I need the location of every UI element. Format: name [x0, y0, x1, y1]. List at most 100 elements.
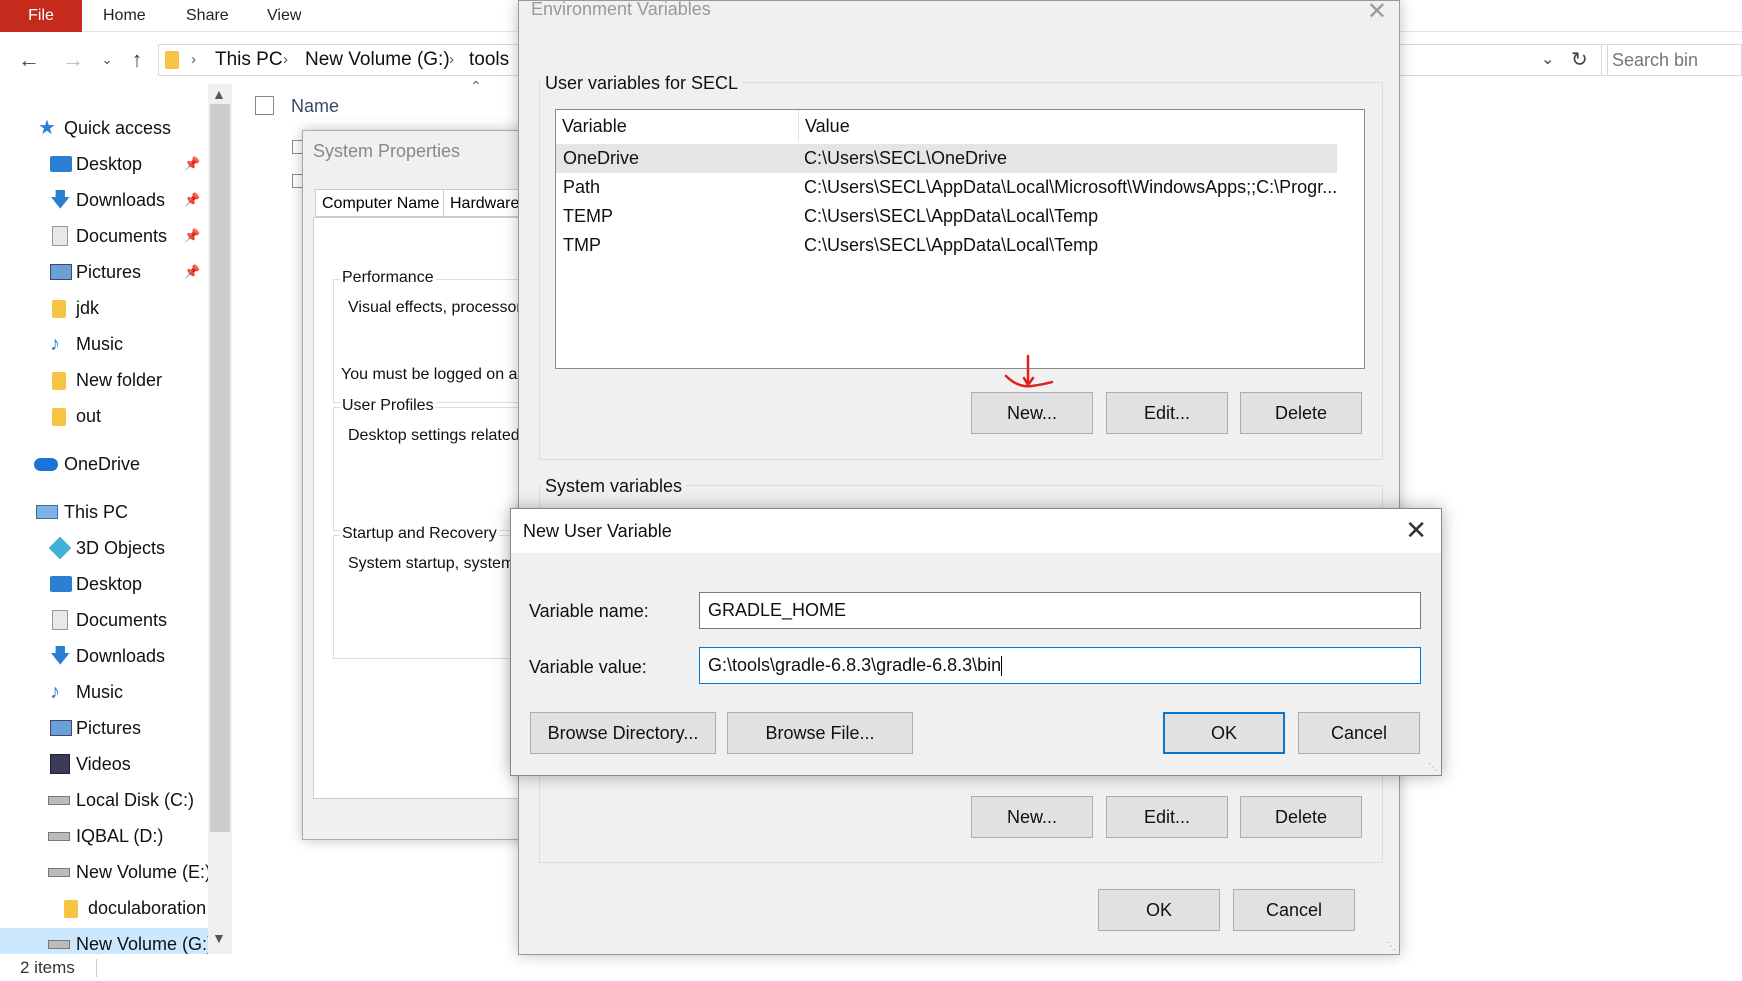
nav-item-local-disk-c[interactable]: Local Disk (C:) — [0, 784, 210, 816]
back-arrow-icon[interactable]: ← — [14, 40, 44, 80]
new-user-variable-dialog: New User Variable ✕ Variable name: GRADL… — [510, 508, 1442, 776]
system-variables-label: System variables — [541, 476, 687, 497]
text-cursor — [1001, 656, 1003, 677]
breadcrumb-new-volume-g[interactable]: New Volume (G:) — [305, 45, 450, 75]
nav-item-new-volume-g[interactable]: New Volume (G:) — [0, 928, 210, 954]
nav-item-label: Documents — [76, 226, 168, 246]
nav-item-downloads[interactable]: 🡇 Downloads 📌 — [0, 184, 210, 216]
user-new-button[interactable]: New... — [971, 392, 1093, 434]
resize-grip-icon[interactable]: ⋱ — [1386, 941, 1396, 952]
tab-share[interactable]: Share — [186, 0, 229, 32]
variable-value-field[interactable]: G:\tools\gradle-6.8.3\gradle-6.8.3\bin — [699, 647, 1421, 684]
pin-icon[interactable]: 📌 — [184, 256, 200, 288]
file-list-header: Name ⌃ — [255, 78, 515, 120]
nav-item-videos[interactable]: Videos — [0, 748, 210, 780]
scroll-down-chevron-icon[interactable]: ▼ — [212, 930, 226, 946]
breadcrumb-separator-icon[interactable]: › — [283, 45, 288, 75]
nav-item-label: Desktop — [76, 154, 143, 174]
desktop-icon — [50, 156, 72, 172]
nav-item-label: Videos — [76, 754, 131, 774]
nav-quick-access[interactable]: ★ Quick access — [0, 112, 210, 144]
breadcrumb-separator-icon[interactable]: › — [449, 45, 454, 75]
breadcrumb-separator-icon[interactable]: › — [191, 45, 196, 75]
nav-item-desktop[interactable]: Desktop 📌 — [0, 148, 210, 180]
pin-icon[interactable]: 📌 — [184, 148, 200, 180]
recent-locations-chevron-icon[interactable]: ⌄ — [98, 40, 116, 80]
nav-item-label: Desktop — [76, 574, 143, 594]
nav-onedrive[interactable]: OneDrive — [0, 448, 210, 480]
music-note-icon: ♪ — [50, 333, 60, 355]
nav-item-label: Pictures — [76, 262, 142, 282]
table-row[interactable]: TMP C:\Users\SECL\AppData\Local\Temp — [556, 231, 1337, 260]
nav-item-new-folder[interactable]: New folder — [0, 364, 210, 396]
nav-item-music-pc[interactable]: ♪ Music — [0, 676, 210, 708]
env-cancel-button[interactable]: Cancel — [1233, 889, 1355, 931]
table-row[interactable]: TEMP C:\Users\SECL\AppData\Local\Temp — [556, 202, 1337, 231]
value-column-header[interactable]: Value — [799, 110, 850, 142]
refresh-icon[interactable]: ↻ — [1571, 45, 1588, 75]
user-edit-button[interactable]: Edit... — [1106, 392, 1228, 434]
nav-item-label: Pictures — [76, 718, 142, 738]
variable-name-field[interactable]: GRADLE_HOME — [699, 592, 1421, 629]
nav-item-new-volume-e[interactable]: New Volume (E:) — [0, 856, 210, 888]
system-properties-window: System Properties Computer Name Hardware… — [302, 130, 532, 840]
nav-item-documents-pc[interactable]: Documents — [0, 604, 210, 636]
nav-item-doculaboration[interactable]: doculaboration — [0, 892, 210, 924]
browse-file-button[interactable]: Browse File... — [727, 712, 913, 754]
system-edit-button[interactable]: Edit... — [1106, 796, 1228, 838]
tab-computer-name[interactable]: Computer Name — [315, 189, 447, 217]
download-arrow-icon: 🡇 — [50, 189, 71, 211]
nav-item-desktop-pc[interactable]: Desktop — [0, 568, 210, 600]
breadcrumb-this-pc[interactable]: This PC — [215, 45, 283, 75]
nav-item-label: doculaboration — [88, 898, 207, 918]
nav-item-documents[interactable]: Documents 📌 — [0, 220, 210, 252]
user-variables-list[interactable]: Variable Value OneDrive C:\Users\SECL\On… — [555, 109, 1365, 369]
file-tab[interactable]: File — [0, 0, 82, 32]
breadcrumb-tools[interactable]: tools — [469, 45, 509, 75]
music-note-icon: ♪ — [50, 681, 60, 703]
drive-icon — [48, 868, 70, 877]
status-divider — [96, 959, 97, 977]
nav-item-downloads-pc[interactable]: 🡇 Downloads — [0, 640, 210, 672]
system-delete-button[interactable]: Delete — [1240, 796, 1362, 838]
up-arrow-icon[interactable]: ↑ — [124, 40, 150, 80]
nav-item-out[interactable]: out — [0, 400, 210, 432]
close-icon[interactable]: ✕ — [1367, 0, 1387, 26]
navigation-pane: ★ Quick access Desktop 📌 🡇 Downloads 📌 D… — [0, 84, 232, 954]
resize-grip-icon[interactable]: ⋱ — [1428, 762, 1438, 773]
pin-icon[interactable]: 📌 — [184, 220, 200, 252]
nav-item-music[interactable]: ♪ Music — [0, 328, 210, 360]
tab-view[interactable]: View — [267, 0, 301, 32]
nav-item-jdk[interactable]: jdk — [0, 292, 210, 324]
address-dropdown-chevron-icon[interactable]: ⌄ — [1541, 45, 1554, 75]
user-delete-button[interactable]: Delete — [1240, 392, 1362, 434]
cancel-button[interactable]: Cancel — [1298, 712, 1420, 754]
tab-home[interactable]: Home — [103, 0, 146, 32]
name-column-header[interactable]: Name — [291, 96, 339, 117]
forward-arrow-icon[interactable]: → — [58, 40, 88, 80]
search-input[interactable]: Search bin — [1601, 44, 1742, 76]
nav-this-pc[interactable]: This PC — [0, 496, 210, 528]
nav-item-iqbal-d[interactable]: IQBAL (D:) — [0, 820, 210, 852]
variable-column-header[interactable]: Variable — [556, 110, 799, 142]
nav-item-3d-objects[interactable]: 3D Objects — [0, 532, 210, 564]
nav-item-label: out — [76, 406, 102, 426]
close-icon[interactable]: ✕ — [1405, 515, 1427, 546]
tab-hardware[interactable]: Hardware — [443, 189, 527, 217]
nav-item-label: Downloads — [76, 646, 166, 666]
variable-cell: OneDrive — [563, 148, 640, 168]
nav-item-pictures-pc[interactable]: Pictures — [0, 712, 210, 744]
nav-item-pictures[interactable]: Pictures 📌 — [0, 256, 210, 288]
env-ok-button[interactable]: OK — [1098, 889, 1220, 931]
table-row[interactable]: Path C:\Users\SECL\AppData\Local\Microso… — [556, 173, 1337, 202]
table-row[interactable]: OneDrive C:\Users\SECL\OneDrive — [556, 144, 1337, 173]
pin-icon[interactable]: 📌 — [184, 184, 200, 216]
system-new-button[interactable]: New... — [971, 796, 1093, 838]
ok-button[interactable]: OK — [1163, 712, 1285, 754]
scroll-up-chevron-icon[interactable]: ▲ — [212, 86, 226, 102]
browse-directory-button[interactable]: Browse Directory... — [530, 712, 716, 754]
nav-item-label: 3D Objects — [76, 538, 166, 558]
nav-scrollbar-thumb[interactable] — [210, 104, 230, 832]
select-all-checkbox[interactable] — [255, 96, 274, 115]
cloud-icon — [34, 458, 58, 471]
